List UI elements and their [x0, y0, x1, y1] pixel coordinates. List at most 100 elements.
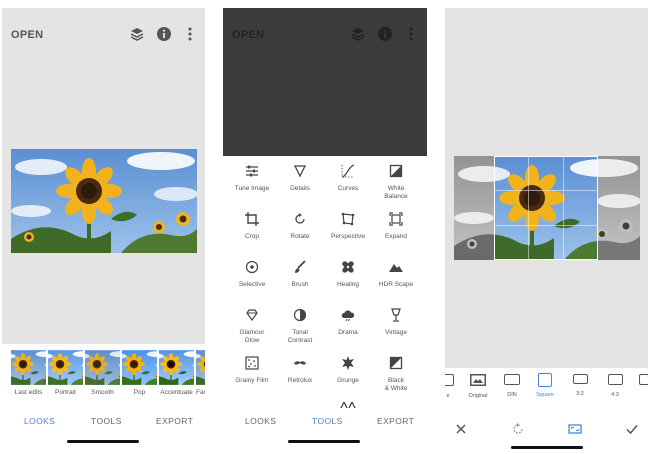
tool-glamour-glow[interactable]: Glamour Glow: [227, 308, 277, 345]
top-bar: OPEN: [2, 8, 205, 60]
look-label: Last edits: [14, 389, 43, 396]
look-faded[interactable]: Fac: [196, 350, 205, 396]
crop-label: Square: [536, 392, 554, 398]
tab-tools[interactable]: TOOLS: [312, 416, 343, 426]
tool-label: Tune Image: [234, 185, 270, 192]
info-icon[interactable]: [156, 26, 172, 42]
crop-shape-icon: [572, 374, 588, 384]
tool-label: Tonal Contrast: [287, 329, 313, 344]
tool-label: Black & White: [384, 377, 408, 392]
tab-looks[interactable]: LOOKS: [245, 416, 276, 426]
crop-option-4-3[interactable]: 4:3: [603, 374, 627, 398]
tool-selective[interactable]: Selective: [227, 260, 277, 289]
tool-label: Curves: [337, 185, 359, 192]
aspect-ratio-icon[interactable]: [568, 422, 582, 436]
tool-brush[interactable]: Brush: [275, 260, 325, 289]
info-icon[interactable]: [377, 26, 393, 42]
layers-icon[interactable]: [129, 26, 145, 42]
crop-label: Original: [468, 393, 488, 399]
close-icon[interactable]: [454, 422, 468, 436]
tools-screen: OPEN Tune Image Details Curves White Bal…: [223, 8, 427, 454]
tool-label: Rotate: [290, 233, 310, 240]
sunflower-photo: [11, 149, 197, 253]
more-vert-icon[interactable]: [403, 26, 419, 42]
open-button[interactable]: OPEN: [11, 29, 43, 41]
tool-rotate[interactable]: Rotate: [275, 212, 325, 241]
look-last-edits[interactable]: Last edits: [11, 350, 46, 396]
tool-label: Grunge: [337, 377, 359, 384]
open-button[interactable]: OPEN: [232, 29, 264, 41]
tool-crop[interactable]: Crop: [227, 212, 277, 241]
lamp-icon: [391, 308, 401, 322]
grunge-icon: [342, 356, 354, 370]
crop-shape-icon: [639, 374, 648, 385]
tool-label: Brush: [291, 281, 309, 288]
crop-option-original[interactable]: Original: [465, 374, 491, 399]
crop-option-free[interactable]: e: [445, 374, 457, 399]
tool-label: Vintage: [385, 329, 407, 336]
tool-perspective[interactable]: Perspective: [323, 212, 373, 241]
home-indicator: [67, 440, 139, 443]
tool-healing[interactable]: Healing: [323, 260, 373, 289]
tool-black-white[interactable]: Black & White: [371, 356, 421, 393]
more-vert-icon[interactable]: [182, 26, 198, 42]
crop-grid: [494, 156, 598, 260]
tool-label: Retrolux: [287, 377, 313, 384]
tool-details[interactable]: Details: [275, 164, 325, 193]
look-thumbnail: [122, 350, 157, 385]
look-label: Fac: [196, 389, 205, 396]
crop-option-square[interactable]: Square: [533, 373, 557, 398]
mustache-icon: [294, 361, 306, 365]
grain-icon: [245, 356, 259, 370]
crop-option-3-2[interactable]: 3:2: [568, 374, 592, 397]
tab-looks[interactable]: LOOKS: [24, 416, 55, 426]
crop-option-more[interactable]: [637, 374, 648, 392]
bottom-nav: LOOKS TOOLS EXPORT: [2, 408, 205, 454]
crop-shape-icon: [538, 373, 552, 387]
look-thumbnail: [196, 350, 205, 385]
look-smooth[interactable]: Smooth: [85, 350, 120, 396]
tool-vintage[interactable]: Vintage: [371, 308, 421, 337]
tool-curves[interactable]: Curves: [323, 164, 373, 193]
bottom-nav: LOOKS TOOLS EXPORT: [223, 408, 427, 454]
tool-label: Details: [290, 185, 310, 192]
tool-hdr-scape[interactable]: HDR Scape: [371, 260, 421, 289]
crop-option-din[interactable]: DIN: [500, 374, 524, 398]
crop-selection[interactable]: [494, 156, 598, 260]
tool-tonal-contrast[interactable]: Tonal Contrast: [275, 308, 325, 345]
half-circle-icon: [293, 308, 307, 322]
top-bar: OPEN: [223, 8, 427, 60]
crop-shape-icon: [607, 374, 623, 385]
look-thumbnail: [85, 350, 120, 385]
tool-label: White Balance: [384, 185, 408, 200]
brush-icon: [295, 260, 306, 273]
tool-label: Selective: [238, 281, 266, 288]
look-pop[interactable]: Pop: [122, 350, 157, 396]
rotate-icon[interactable]: [511, 422, 525, 436]
tool-label: Expand: [384, 233, 408, 240]
tool-grainy-film[interactable]: Grainy Film: [227, 356, 277, 385]
target-icon: [245, 260, 259, 274]
layers-icon[interactable]: [350, 26, 366, 42]
crop-label: 4:3: [611, 392, 619, 398]
tool-expand[interactable]: Expand: [371, 212, 421, 241]
crop-ratio-strip: e Original DIN Square 3:2 4:3: [445, 368, 648, 410]
look-label: Accentuate: [160, 389, 193, 396]
look-accentuate[interactable]: Accentuate: [159, 350, 194, 396]
tool-tune-image[interactable]: Tune Image: [227, 164, 277, 193]
tool-label: Drama: [338, 329, 358, 336]
tool-grunge[interactable]: Grunge: [323, 356, 373, 385]
look-thumbnail: [11, 350, 46, 385]
tool-white-balance[interactable]: White Balance: [371, 164, 421, 201]
tool-drama[interactable]: Drama: [323, 308, 373, 337]
home-indicator: [288, 440, 360, 443]
check-icon[interactable]: [625, 422, 639, 436]
tab-tools[interactable]: TOOLS: [91, 416, 122, 426]
home-indicator: [511, 446, 583, 449]
tool-label: Healing: [336, 281, 360, 288]
tab-export[interactable]: EXPORT: [156, 416, 193, 426]
look-portrait[interactable]: Portrait: [48, 350, 83, 396]
bw-icon: [389, 356, 403, 370]
tool-retrolux[interactable]: Retrolux: [275, 356, 325, 385]
tab-export[interactable]: EXPORT: [377, 416, 414, 426]
